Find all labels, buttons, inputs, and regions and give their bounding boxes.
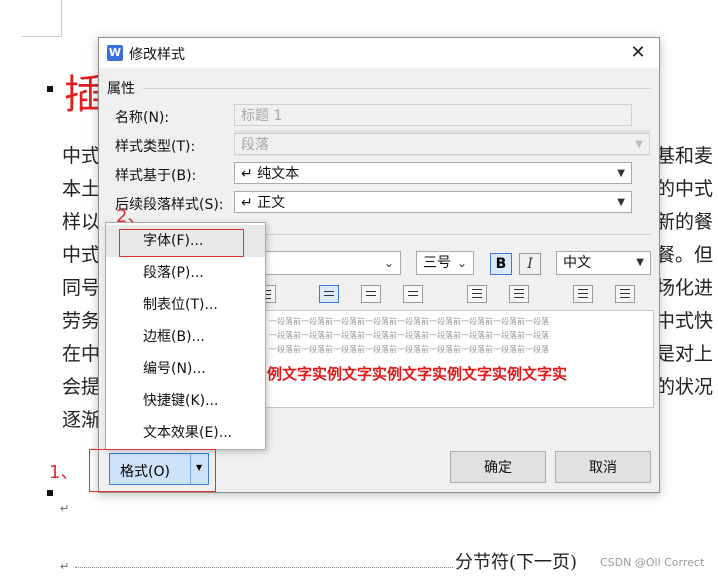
style-type-select[interactable]: 段落 ▼ [234,133,650,155]
doc-line: 的中式 [656,178,714,200]
name-field[interactable]: 标题 1 [234,104,632,126]
highlight-box-font [119,229,244,257]
indent-increase-icon[interactable] [615,285,635,303]
dialog-titlebar: W 修改样式 ✕ [99,38,659,68]
menu-item-text-effects[interactable]: 文本效果(E)... [106,417,265,449]
next-style-select[interactable]: ↵ 正文 ▼ [234,191,632,213]
doc-line: 是对上 [656,343,714,365]
script-select[interactable]: 中文 ▼ [556,251,651,275]
doc-line: 逐渐 [62,409,101,431]
doc-line: 中式 [62,145,101,167]
doc-line: 样以 [62,211,101,233]
doc-line: 中式 [62,244,101,266]
menu-item-paragraph[interactable]: 段落(P)... [106,257,265,289]
group-divider [143,88,651,89]
font-size-value: 三号 [423,255,451,271]
indent-decrease-icon[interactable] [573,285,593,303]
bullet [47,86,53,92]
chevron-down-icon: ⌄ [456,256,467,270]
menu-item-tabs[interactable]: 制表位(T)... [106,289,265,321]
preview-prev-line: 一段落前一段落前一段落前一段落前一段落前一段落前一段落前一段落前一段落 [269,331,549,340]
dialog-title: 修改样式 [129,47,185,63]
font-size-select[interactable]: 三号 ⌄ [416,251,474,275]
align-left-icon[interactable] [319,285,339,303]
page-corner-mark [61,0,62,36]
menu-item-shortcut[interactable]: 快捷键(K)... [106,385,265,417]
paragraph-mark: ↵ [60,502,70,515]
doc-line: 的状况 [656,376,714,398]
preview-prev-line: 一段落前一段落前一段落前一段落前一段落前一段落前一段落前一段落前一段落 [269,317,549,326]
line-spacing-up-icon[interactable] [467,285,487,303]
bullet [47,490,53,496]
based-on-select[interactable]: ↵ 纯文本 ▼ [234,162,632,184]
chevron-down-icon: ▼ [635,139,643,150]
line-spacing-down-icon[interactable] [509,285,529,303]
step-1-annotation: 1、 [49,462,79,483]
properties-group-label: 属性 [107,78,138,98]
script-value: 中文 [563,255,591,271]
doc-line: 基和麦 [656,145,714,167]
based-on-label: 样式基于(B): [115,168,197,184]
doc-line: 在中 [62,343,101,365]
italic-button[interactable]: I [519,253,541,275]
menu-item-numbering[interactable]: 编号(N)... [106,353,265,385]
close-icon[interactable]: ✕ [627,42,649,64]
bold-button[interactable]: B [490,253,512,275]
doc-line: 会提 [62,376,101,398]
based-on-value: ↵ 纯文本 [241,166,300,182]
ok-button[interactable]: 确定 [450,451,546,483]
preview-sample-text: 例文字实例文字实例文字实例文字实例文字实 [267,365,568,383]
doc-line: 中式快 [656,310,714,332]
style-type-label: 样式类型(T): [115,139,196,155]
chevron-down-icon: ▼ [617,168,625,179]
cancel-button[interactable]: 取消 [555,451,651,483]
name-label: 名称(N): [115,110,170,126]
chevron-down-icon: ⌄ [383,256,394,270]
doc-line: 新的餐 [656,211,714,233]
doc-line: 场化进 [656,277,714,299]
menu-item-border[interactable]: 边框(B)... [106,321,265,353]
step-2-annotation: 2、 [116,206,146,227]
doc-line: 餐。但 [656,244,714,266]
section-break-line [75,567,453,568]
watermark: CSDN @Oll Correct [600,556,705,569]
preview-prev-line: 一段落前一段落前一段落前一段落前一段落前一段落前一段落前一段落前一段落 [269,345,549,354]
font-name-select[interactable]: ⌄ [264,251,401,275]
align-right-icon[interactable] [403,285,423,303]
doc-left-column: 中式 本土 样以 中式 同号 劳务 在中 会提 逐渐 [62,140,102,437]
style-preview: 一段落前一段落前一段落前一段落前一段落前一段落前一段落前一段落前一段落 一段落前… [234,310,654,408]
chevron-down-icon: ▼ [636,257,644,268]
align-center-icon[interactable] [361,285,381,303]
chevron-down-icon: ▼ [617,197,625,208]
doc-line: 同号 [62,277,101,299]
highlight-box-format [89,449,216,492]
section-break-label: 分节符(下一页) [455,552,578,573]
next-style-value: ↵ 正文 [241,195,286,211]
doc-line: 本土 [62,178,101,200]
paragraph-mark: ↵ [60,560,70,573]
doc-right-column: 基和麦 的中式 新的餐 餐。但 场化进 中式快 是对上 的状况 [656,140,718,404]
style-type-value: 段落 [241,137,269,153]
wps-writer-icon: W [107,45,123,61]
page-corner-mark [22,36,62,37]
doc-line: 劳务 [62,310,101,332]
